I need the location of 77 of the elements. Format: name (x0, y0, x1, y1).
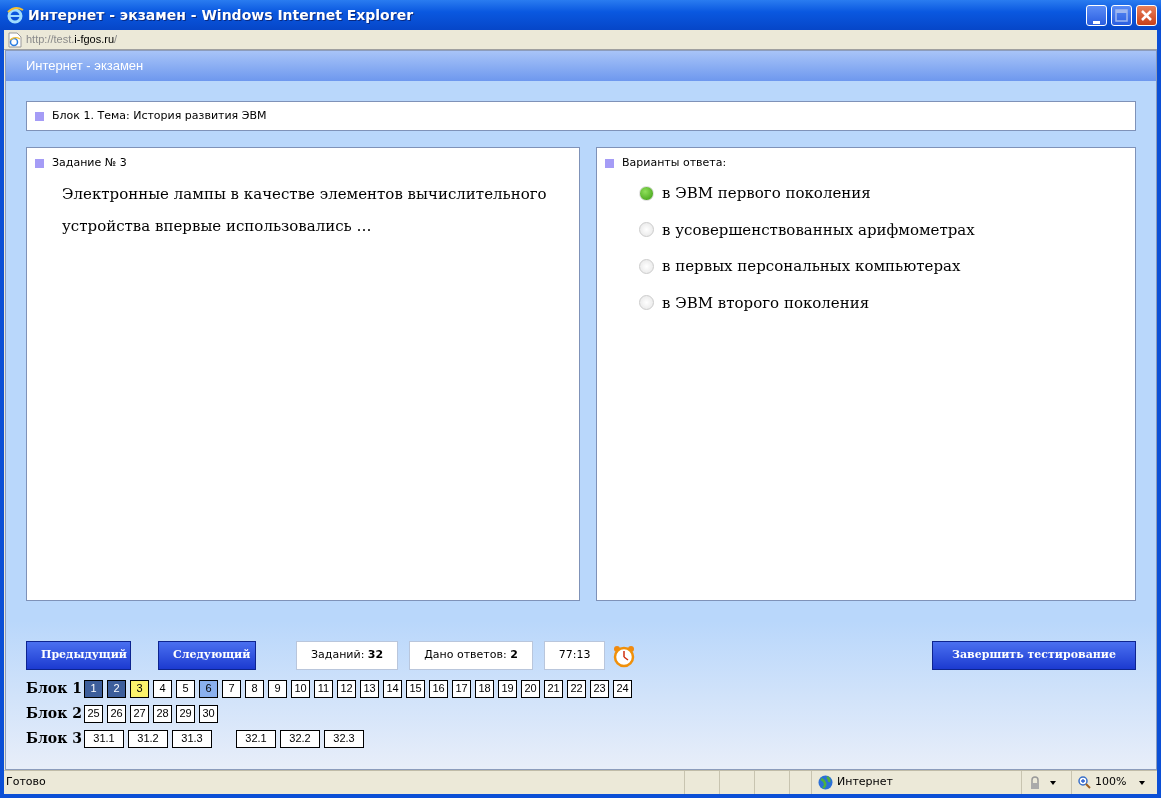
question-number[interactable]: 17 (452, 679, 471, 698)
globe-icon (818, 775, 833, 790)
radio-button[interactable] (639, 258, 654, 274)
question-number[interactable]: 28 (153, 704, 172, 723)
page-header: Интернет - экзамен (26, 57, 144, 76)
option-label[interactable]: в первых персональных компьютерах (662, 255, 961, 278)
status-text: Готово (5, 774, 47, 791)
option-label[interactable]: в ЭВМ второго поколения (662, 291, 870, 314)
close-button[interactable] (1136, 4, 1157, 26)
zoom-icon[interactable] (1078, 776, 1091, 789)
question-number[interactable]: 5 (176, 679, 195, 698)
question-number[interactable]: 29 (176, 704, 195, 723)
block-label: Блок 2 (26, 704, 83, 723)
radio-button[interactable] (639, 295, 654, 311)
question-number[interactable]: 32.1 (236, 729, 276, 748)
question-text: Электронные лампы в качестве элементов вычислительного устройства впервые использовались … (61, 184, 548, 237)
question-number[interactable]: 11 (314, 679, 333, 698)
question-number[interactable]: 7 (222, 679, 241, 698)
bullet-icon (605, 158, 614, 168)
question-number[interactable]: 26 (107, 704, 126, 723)
radio-button[interactable] (639, 185, 654, 201)
question-number[interactable]: 24 (613, 679, 632, 698)
block-label: Блок 3 (26, 729, 83, 748)
browser-icon (6, 6, 24, 24)
question-number[interactable]: 31.1 (84, 729, 124, 748)
question-number[interactable]: 14 (383, 679, 402, 698)
task-heading: Задание № 3 (52, 154, 127, 171)
question-number[interactable]: 18 (475, 679, 494, 698)
question-number[interactable]: 16 (429, 679, 448, 698)
question-number[interactable]: 32.2 (280, 729, 320, 748)
question-number[interactable]: 27 (130, 704, 149, 723)
question-number[interactable]: 10 (291, 679, 310, 698)
option-label[interactable]: в ЭВМ первого поколения (662, 182, 871, 205)
question-number[interactable]: 25 (84, 704, 103, 723)
caret-icon[interactable] (1139, 780, 1145, 785)
window-title: Интернет - экзамен - Windows Internet Explorer (28, 5, 415, 25)
question-number[interactable]: 31.2 (128, 729, 168, 748)
question-number[interactable]: 6 (199, 679, 218, 698)
bullet-icon (35, 111, 44, 121)
question-number[interactable]: 20 (521, 679, 540, 698)
question-number[interactable]: 32.3 (324, 729, 364, 748)
question-number[interactable]: 15 (406, 679, 425, 698)
question-number[interactable]: 1 (84, 679, 103, 698)
close-icon (1140, 8, 1153, 22)
question-number[interactable]: 8 (245, 679, 264, 698)
topic-text: Блок 1. Тема: История развития ЭВМ (52, 107, 267, 124)
question-number[interactable]: 9 (268, 679, 287, 698)
answers-count: Дано ответов: 2 (409, 641, 533, 670)
bullet-icon (35, 158, 44, 168)
question-number[interactable]: 3 (130, 679, 149, 698)
next-button[interactable]: Следующий (158, 641, 256, 670)
question-number[interactable]: 22 (567, 679, 586, 698)
question-number[interactable]: 31.3 (172, 729, 212, 748)
question-number[interactable]: 21 (544, 679, 563, 698)
timer: 77:13 (543, 641, 606, 670)
answers-heading: Варианты ответа: (622, 154, 727, 171)
zone-text: Интернет (837, 774, 893, 791)
maximize-icon (1115, 8, 1128, 22)
caret-icon[interactable] (1050, 780, 1056, 785)
alarm-clock-icon (613, 643, 636, 668)
zoom-level[interactable]: 100% (1095, 774, 1127, 791)
question-number[interactable]: 12 (337, 679, 356, 698)
question-number[interactable]: 13 (360, 679, 379, 698)
option-label[interactable]: в усовершенствованных арифмометрах (662, 218, 975, 241)
question-number[interactable]: 30 (199, 704, 218, 723)
previous-button[interactable]: Предыдущий (26, 641, 131, 670)
minimize-button[interactable] (1086, 4, 1107, 26)
finish-button[interactable]: Завершить тестирование (932, 641, 1136, 670)
question-number[interactable]: 19 (498, 679, 517, 698)
block-label: Блок 1 (26, 679, 83, 698)
radio-button[interactable] (639, 222, 654, 238)
question-number[interactable]: 4 (153, 679, 172, 698)
maximize-button[interactable] (1111, 4, 1132, 26)
question-number[interactable]: 2 (107, 679, 126, 698)
tasks-count: Заданий: 32 (296, 641, 399, 670)
address-url: http://test.i-fgos.ru/ (26, 32, 118, 48)
question-number[interactable]: 23 (590, 679, 609, 698)
